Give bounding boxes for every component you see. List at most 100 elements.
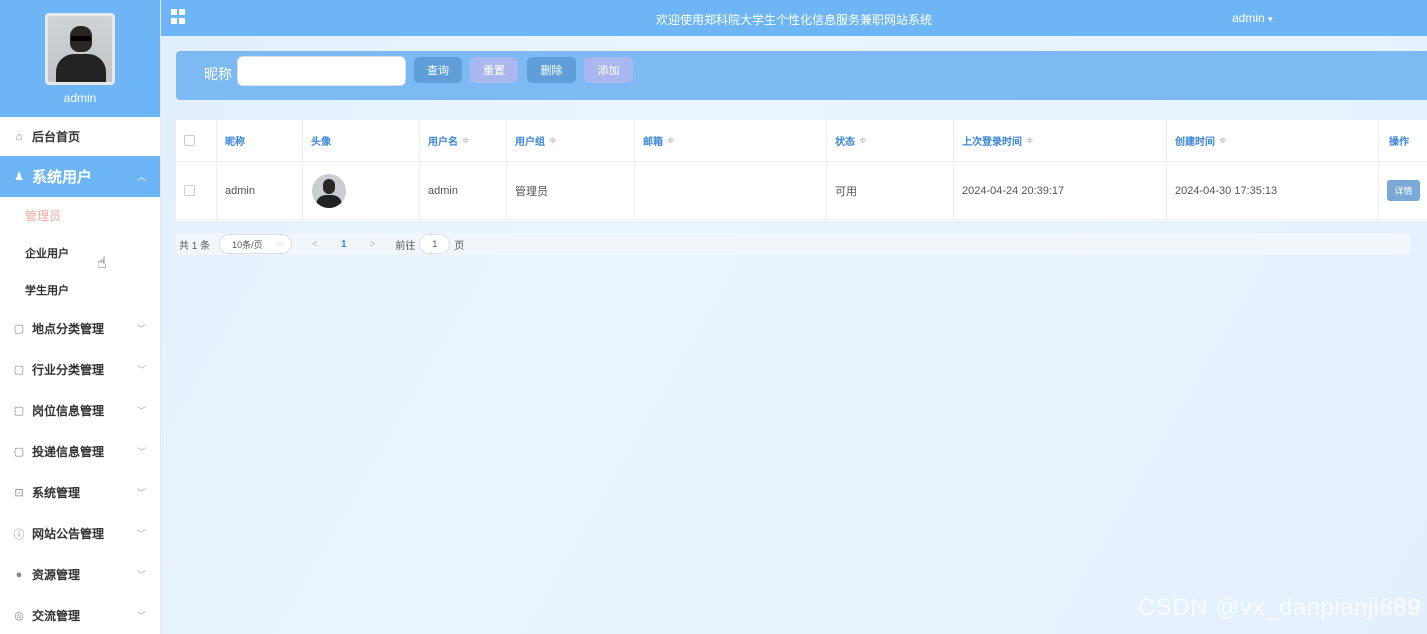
picture-icon: ⊡ xyxy=(14,487,24,499)
profile-username: admin xyxy=(63,91,97,105)
sidebar-item-resources[interactable]: ● 资源管理 ﹀ xyxy=(0,554,160,595)
nickname-search-input[interactable] xyxy=(237,56,406,86)
column-header-sortable[interactable]: 邮箱 ≑ xyxy=(635,120,827,161)
sidebar-item-label: 行业分类管理 xyxy=(32,363,105,377)
column-header-sortable[interactable]: 用户组 ≑ xyxy=(507,120,635,161)
row-checkbox[interactable] xyxy=(184,185,195,196)
table-row: admin admin 管理员 可用 2024-04-24 20:39:17 2… xyxy=(176,162,1427,220)
sidebar-item-system-management[interactable]: ⊡ 系统管理 ﹀ xyxy=(0,472,160,513)
nickname-label: 昵称 xyxy=(204,66,232,82)
sort-icon[interactable]: ≑ xyxy=(549,135,557,146)
goto-label: 前往 xyxy=(395,240,416,252)
chevron-down-icon: ﹀ xyxy=(136,570,146,580)
sidebar-subitem-enterprise-users[interactable]: 企业用户 xyxy=(0,234,160,271)
chevron-down-icon: ﹀ xyxy=(136,365,146,375)
table-header-row: 昵称 头像 用户名 ≑ 用户组 ≑ 邮箱 ≑ 状态 ≑ 上次登录时间 ≑ 创建时间 ≑ 操作 xyxy=(176,120,1427,162)
chevron-down-icon: ▾ xyxy=(1268,14,1273,24)
row-select-cell xyxy=(176,162,217,219)
query-button[interactable]: 查询 xyxy=(414,57,462,83)
sidebar-item-home[interactable]: ⌂ 后台首页 xyxy=(0,117,160,156)
chevron-down-icon: ﹀ xyxy=(136,529,146,539)
sidebar-item-location-category[interactable]: ▢ 地点分类管理 ﹀ xyxy=(0,308,160,349)
sidebar-item-application-info[interactable]: ▢ 投递信息管理 ﹀ xyxy=(0,431,160,472)
home-icon: ⌂ xyxy=(15,130,23,143)
chevron-down-icon: ﹀ xyxy=(136,488,146,498)
column-header-sortable[interactable]: 状态 ≑ xyxy=(827,120,954,161)
chat-icon: ◎ xyxy=(14,610,24,622)
page-suffix-label: 页 xyxy=(454,240,465,252)
nickname-cell: admin xyxy=(217,162,303,219)
profile-panel: admin xyxy=(0,0,160,117)
column-header: 头像 xyxy=(303,120,420,161)
goto-page-input[interactable]: 1 xyxy=(419,234,451,254)
sidebar-subitem-student-users[interactable]: 学生用户 xyxy=(0,271,160,308)
next-page-button[interactable]: > xyxy=(370,239,376,250)
column-header: 昵称 xyxy=(217,120,303,161)
location-icon: ● xyxy=(15,568,23,581)
folder-icon: ▢ xyxy=(13,405,25,417)
last-login-cell: 2024-04-24 20:39:17 xyxy=(954,162,1167,219)
search-panel: 昵称 查询 重置 删除 添加 xyxy=(176,51,1427,100)
sort-icon[interactable]: ≑ xyxy=(859,135,867,146)
action-cell: 详情 xyxy=(1379,162,1427,219)
column-header-sortable[interactable]: 上次登录时间 ≑ xyxy=(954,120,1167,161)
pagination-total: 共 1 条 xyxy=(179,240,211,252)
chevron-down-icon: ﹀ xyxy=(136,324,146,334)
sidebar-item-announcements[interactable]: ⓘ 网站公告管理 ﹀ xyxy=(0,513,160,554)
user-name: admin xyxy=(1232,11,1265,25)
add-button[interactable]: 添加 xyxy=(584,57,633,83)
sidebar-item-label: 交流管理 xyxy=(32,609,81,623)
top-bar: 欢迎使用郑科院大学生个性化信息服务兼职网站系统 admin ▾ xyxy=(161,0,1427,36)
sort-icon[interactable]: ≑ xyxy=(1219,135,1227,146)
page-size-select[interactable]: 10条/页 ⌵ xyxy=(219,234,293,254)
reset-button[interactable]: 重置 xyxy=(470,57,518,83)
select-all-checkbox[interactable] xyxy=(184,135,195,146)
column-header-sortable[interactable]: 创建时间 ≑ xyxy=(1167,120,1379,161)
hand-cursor-icon: ☝ xyxy=(97,255,107,272)
avatar[interactable] xyxy=(45,13,115,85)
folder-icon: ▢ xyxy=(13,364,25,376)
column-header-sortable[interactable]: 用户名 ≑ xyxy=(420,120,507,161)
page-size-value: 10条/页 xyxy=(232,239,263,250)
sidebar-item-label: 岗位信息管理 xyxy=(32,404,105,418)
chevron-down-icon: ﹀ xyxy=(136,406,146,416)
user-avatar xyxy=(312,173,346,208)
pagination: 共 1 条 10条/页 ⌵ < 1 > 前往 1 页 xyxy=(176,233,1410,255)
folder-icon: ▢ xyxy=(13,446,25,458)
select-all-cell xyxy=(176,120,217,161)
info-icon: ⓘ xyxy=(13,528,25,541)
status-cell: 可用 xyxy=(827,162,954,219)
sidebar-item-label: 地点分类管理 xyxy=(32,322,105,336)
column-header: 操作 xyxy=(1389,137,1409,148)
detail-button[interactable]: 详情 xyxy=(1387,180,1420,201)
sort-icon[interactable]: ≑ xyxy=(667,135,675,146)
created-cell: 2024-04-30 17:35:13 xyxy=(1167,162,1379,219)
chevron-up-icon: ︿ xyxy=(136,172,146,182)
sidebar: admin ⌂ 后台首页 ♟ 系统用户 ︿ 管理员 企业用户 学生用户 ▢ 地点… xyxy=(0,0,161,634)
avatar-cell xyxy=(303,162,420,219)
chevron-down-icon: ⌵ xyxy=(277,239,284,248)
sidebar-item-label: 系统用户 xyxy=(32,169,93,186)
page-number-current[interactable]: 1 xyxy=(341,239,347,250)
users-table: 昵称 头像 用户名 ≑ 用户组 ≑ 邮箱 ≑ 状态 ≑ 上次登录时间 ≑ 创建时间 ≑ 操作 xyxy=(176,120,1427,221)
sidebar-item-system-users[interactable]: ♟ 系统用户 ︿ xyxy=(0,156,160,197)
sidebar-item-label: 后台首页 xyxy=(32,130,81,144)
delete-button[interactable]: 删除 xyxy=(527,57,576,83)
sidebar-item-label: 资源管理 xyxy=(32,568,81,582)
sidebar-item-communication[interactable]: ◎ 交流管理 ﹀ xyxy=(0,595,160,634)
sort-icon[interactable]: ≑ xyxy=(462,135,470,146)
email-cell xyxy=(635,162,827,219)
prev-page-button[interactable]: < xyxy=(312,239,318,250)
sidebar-item-industry-category[interactable]: ▢ 行业分类管理 ﹀ xyxy=(0,349,160,390)
user-dropdown[interactable]: admin ▾ xyxy=(1232,11,1273,25)
sidebar-subitem-admin[interactable]: 管理员 xyxy=(0,197,160,234)
sidebar-item-label: 投递信息管理 xyxy=(32,445,105,459)
sidebar-item-job-info[interactable]: ▢ 岗位信息管理 ﹀ xyxy=(0,390,160,431)
chevron-down-icon: ﹀ xyxy=(136,611,146,621)
sort-icon[interactable]: ≑ xyxy=(1026,135,1034,146)
folder-icon: ▢ xyxy=(13,323,25,335)
username-cell: admin xyxy=(420,162,507,219)
chevron-down-icon: ﹀ xyxy=(136,447,146,457)
group-cell: 管理员 xyxy=(507,162,635,219)
sidebar-item-label: 网站公告管理 xyxy=(32,527,105,541)
